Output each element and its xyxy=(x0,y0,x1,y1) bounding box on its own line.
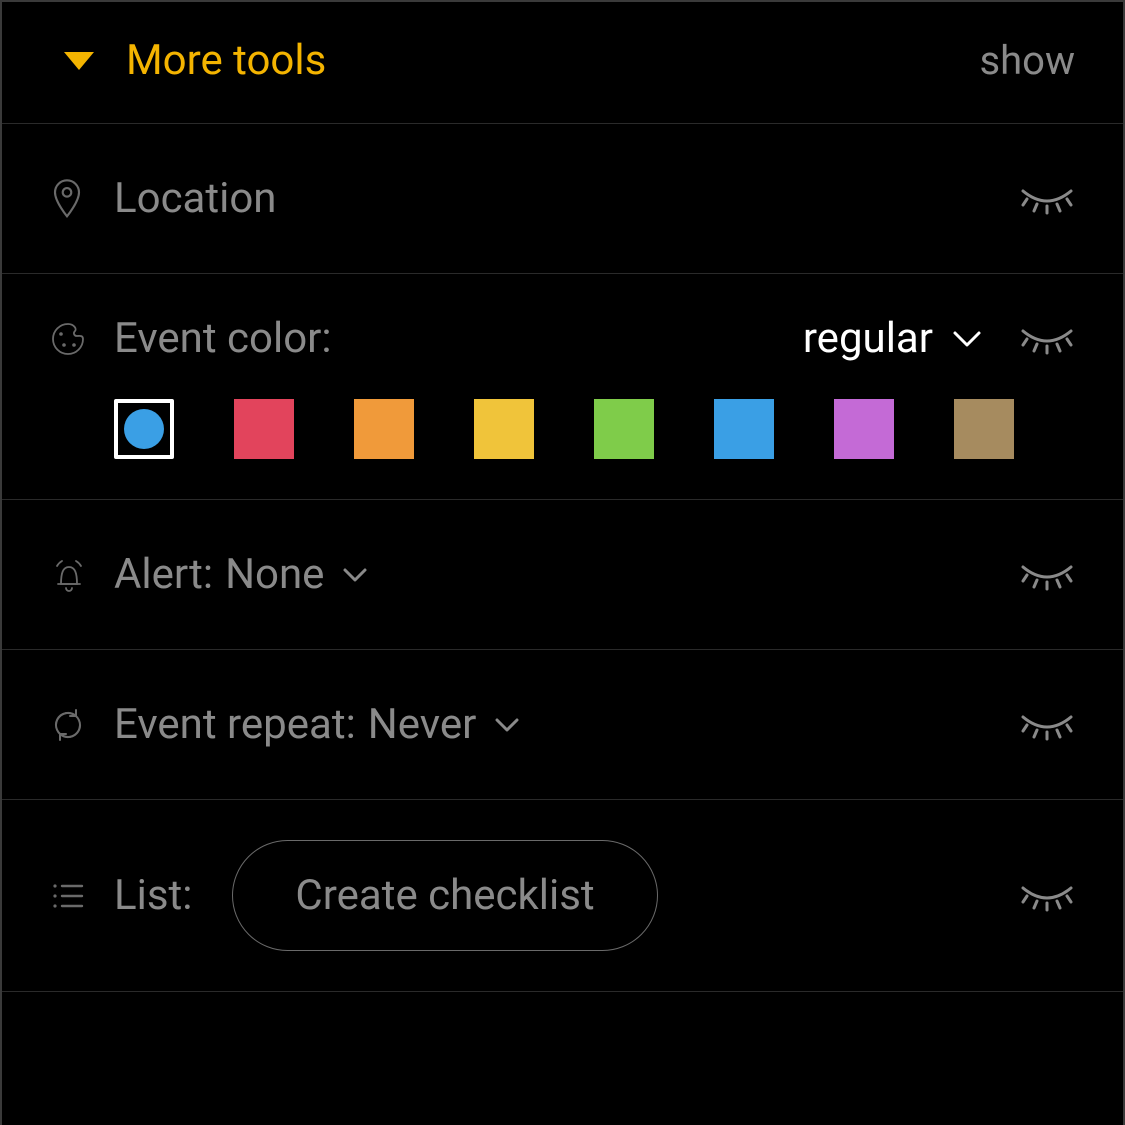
color-swatch-3[interactable] xyxy=(474,399,534,459)
color-swatch-5[interactable] xyxy=(714,399,774,459)
eye-closed-icon[interactable] xyxy=(1019,321,1075,357)
alert-label: Alert: xyxy=(114,550,213,599)
color-swatch-1[interactable] xyxy=(234,399,294,459)
location-pin-icon xyxy=(50,179,114,219)
color-swatch-4[interactable] xyxy=(594,399,654,459)
header-title: More tools xyxy=(126,36,326,85)
eye-closed-icon[interactable] xyxy=(1019,557,1075,593)
chevron-down-icon[interactable] xyxy=(494,717,520,733)
list-icon xyxy=(50,881,114,911)
triangle-down-icon xyxy=(64,52,94,70)
event-color-label: Event color: xyxy=(114,314,332,363)
palette-icon xyxy=(50,321,114,357)
show-toggle[interactable]: show xyxy=(979,37,1075,84)
list-label: List: xyxy=(114,871,192,920)
color-swatch-6[interactable] xyxy=(834,399,894,459)
location-row[interactable]: Location xyxy=(2,124,1123,274)
list-row: List: Create checklist xyxy=(2,800,1123,992)
alert-value: None xyxy=(225,550,324,599)
color-palette xyxy=(50,399,1075,459)
eye-closed-icon[interactable] xyxy=(1019,181,1075,217)
repeat-value: Never xyxy=(368,700,477,749)
location-label: Location xyxy=(114,174,277,223)
repeat-row[interactable]: Event repeat: Never xyxy=(2,650,1123,800)
chevron-down-icon[interactable] xyxy=(951,329,983,349)
color-swatch-0[interactable] xyxy=(114,399,174,459)
eye-closed-icon[interactable] xyxy=(1019,878,1075,914)
more-tools-header[interactable]: More tools show xyxy=(2,2,1123,124)
color-swatch-2[interactable] xyxy=(354,399,414,459)
color-swatch-7[interactable] xyxy=(954,399,1014,459)
more-tools-panel: More tools show Location xyxy=(0,0,1125,1125)
chevron-down-icon[interactable] xyxy=(342,567,368,583)
repeat-icon xyxy=(50,707,114,743)
create-checklist-button[interactable]: Create checklist xyxy=(232,840,657,951)
eye-closed-icon[interactable] xyxy=(1019,707,1075,743)
color-mode-value[interactable]: regular xyxy=(803,314,933,363)
repeat-label: Event repeat: xyxy=(114,700,356,749)
event-color-row: Event color: regular xyxy=(2,274,1123,500)
alert-row[interactable]: Alert: None xyxy=(2,500,1123,650)
bell-icon xyxy=(50,556,114,594)
